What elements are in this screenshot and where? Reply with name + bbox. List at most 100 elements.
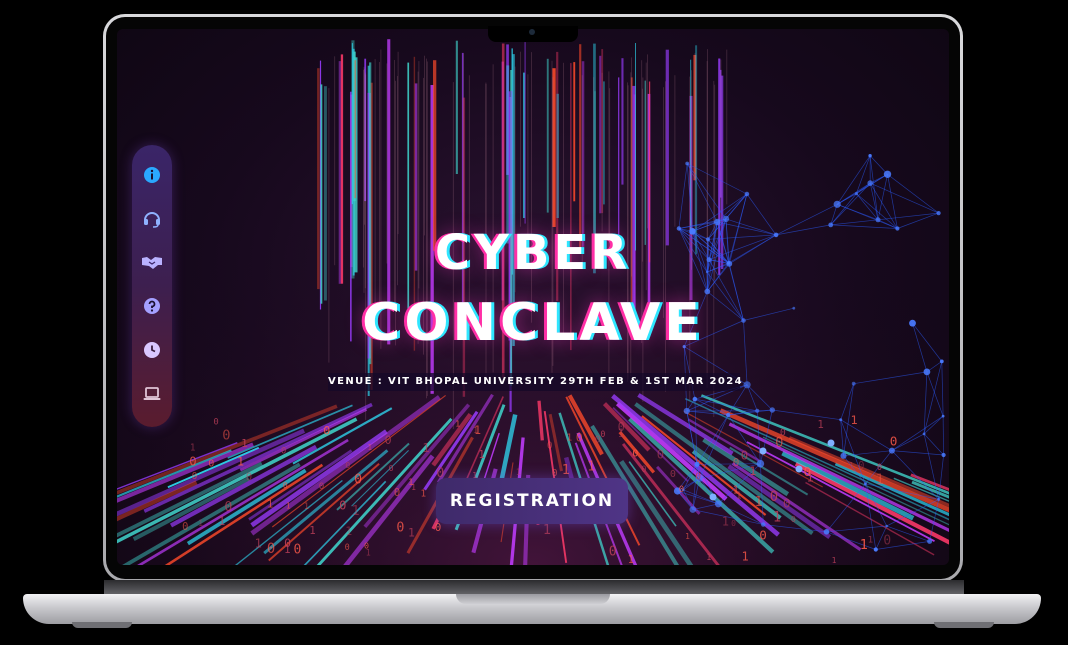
svg-text:0: 0 [385,433,392,447]
svg-text:0: 0 [222,428,230,444]
website-screen: 1010000000111010001010111001001100100101… [117,29,949,565]
svg-text:0: 0 [396,521,404,536]
laptop-icon [143,387,161,400]
svg-text:0: 0 [394,487,400,499]
svg-text:0: 0 [189,454,196,468]
svg-text:0: 0 [267,541,275,557]
svg-text:0: 0 [345,543,350,553]
svg-text:1: 1 [309,524,316,537]
svg-text:1: 1 [422,440,430,455]
sidebar-nav [132,145,172,427]
sidebar-item-info[interactable] [140,163,164,187]
svg-text:0: 0 [670,469,676,480]
svg-text:1: 1 [408,526,415,540]
svg-text:0: 0 [783,497,791,512]
svg-text:0: 0 [804,465,812,480]
svg-text:1: 1 [190,443,196,454]
svg-text:0: 0 [281,447,286,457]
svg-text:0: 0 [657,448,664,462]
svg-text:1: 1 [408,478,413,488]
svg-text:0: 0 [224,500,232,515]
svg-text:1: 1 [566,433,572,444]
registration-button[interactable]: REGISTRATION [436,478,628,524]
svg-text:0: 0 [319,481,325,492]
svg-text:1: 1 [421,489,427,500]
svg-text:1: 1 [345,524,352,538]
svg-text:0: 0 [770,489,778,505]
svg-text:1: 1 [832,555,837,565]
camera-notch [488,26,578,42]
venue-date-banner: VENUE : VIT BHOPAL UNIVERSITY 29TH FEB &… [328,373,742,391]
svg-text:0: 0 [890,434,898,449]
laptop-foot-right [934,622,994,628]
sidebar-item-events[interactable] [140,382,164,406]
svg-text:0: 0 [791,514,796,524]
svg-text:1: 1 [241,437,248,450]
svg-text:0: 0 [339,499,346,513]
svg-text:0: 0 [641,465,646,475]
svg-text:1: 1 [455,419,460,429]
svg-text:1: 1 [685,531,690,541]
laptop-mockup: 1010000000111010001010111001001100100101… [0,0,1068,645]
svg-text:0: 0 [323,424,330,438]
laptop-thumb-notch [456,594,610,604]
svg-text:1: 1 [267,499,273,511]
svg-text:1: 1 [706,553,711,563]
svg-text:1: 1 [479,450,485,461]
svg-text:1: 1 [516,468,521,478]
svg-text:0: 0 [695,471,701,482]
svg-text:1: 1 [367,443,372,452]
svg-text:0: 0 [576,430,583,444]
svg-text:0: 0 [345,460,350,470]
svg-text:0: 0 [547,440,553,451]
svg-text:1: 1 [284,543,291,556]
svg-text:1: 1 [742,550,749,564]
svg-text:1: 1 [587,458,595,474]
svg-text:0: 0 [733,456,740,469]
svg-text:1: 1 [755,495,763,510]
svg-text:0: 0 [877,462,882,472]
svg-text:1: 1 [628,554,634,565]
svg-text:0: 0 [741,448,749,463]
svg-text:0: 0 [246,472,252,484]
svg-text:0: 0 [759,528,767,543]
svg-text:1: 1 [851,413,858,427]
svg-text:0: 0 [283,480,288,490]
svg-text:1: 1 [352,503,360,519]
svg-text:0: 0 [208,458,214,469]
svg-text:1: 1 [255,536,262,551]
svg-text:1: 1 [773,510,781,526]
svg-text:0: 0 [192,471,198,482]
svg-text:0: 0 [780,427,786,438]
info-icon [144,167,160,183]
svg-text:1: 1 [304,502,309,512]
svg-text:1: 1 [543,522,551,538]
svg-text:0: 0 [600,429,605,439]
svg-text:1: 1 [218,514,225,528]
svg-text:1: 1 [733,486,739,497]
svg-text:0: 0 [609,545,617,560]
svg-text:0: 0 [182,521,188,533]
svg-text:1: 1 [286,501,291,511]
svg-text:0: 0 [294,543,302,558]
svg-text:0: 0 [354,473,362,488]
svg-text:0: 0 [632,449,638,460]
svg-text:1: 1 [868,535,874,546]
camera-icon [529,29,535,35]
svg-text:0: 0 [364,540,369,550]
event-title-line2: CONCLAVE [362,293,704,353]
svg-text:1: 1 [876,472,884,488]
laptop-foot-left [72,622,132,628]
svg-text:1: 1 [817,418,823,431]
svg-text:0: 0 [435,521,442,534]
svg-text:1: 1 [749,464,756,478]
svg-text:0: 0 [389,463,394,473]
svg-text:0: 0 [858,460,864,472]
svg-text:1: 1 [722,514,729,528]
svg-text:0: 0 [731,519,736,528]
svg-text:1: 1 [618,426,625,440]
svg-text:0: 0 [213,417,218,427]
svg-text:1: 1 [473,425,478,435]
svg-text:1: 1 [198,519,203,529]
svg-text:1: 1 [849,461,854,471]
